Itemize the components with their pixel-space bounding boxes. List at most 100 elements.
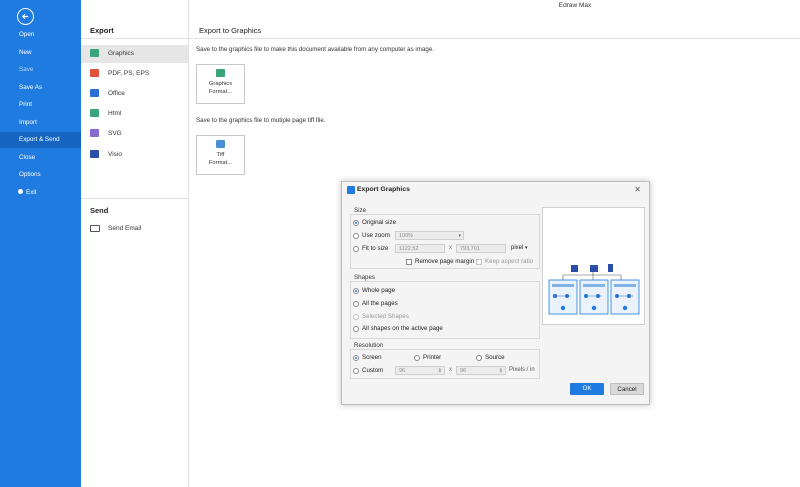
sidebar-item-new[interactable]: New xyxy=(0,45,81,61)
source-option[interactable]: Source xyxy=(476,354,505,361)
arrow-left-icon xyxy=(21,13,29,20)
option-label: All shapes on the active page xyxy=(362,325,443,332)
resolution-x-value: 96 xyxy=(399,368,406,374)
screen-option[interactable]: Screen xyxy=(353,354,382,361)
sidebar-item-export-send[interactable]: Export & Send xyxy=(0,132,81,148)
radio-button[interactable] xyxy=(353,287,359,294)
resolution-y-field[interactable]: 96 ⇕ xyxy=(456,366,506,375)
radio-button[interactable] xyxy=(353,245,359,252)
radio-button[interactable] xyxy=(353,232,359,239)
export-item-html[interactable]: Html xyxy=(81,105,188,123)
cancel-button[interactable]: Cancel xyxy=(610,383,644,395)
sidebar-item-options[interactable]: Options xyxy=(0,167,81,183)
export-item-graphics[interactable]: Graphics xyxy=(81,45,188,63)
shapes-group-title: Shapes xyxy=(354,274,375,281)
card-label-line2: Format... xyxy=(208,89,233,95)
export-graphics-icon xyxy=(347,186,355,194)
resolution-group-title: Resolution xyxy=(354,342,384,349)
resolution-x-field[interactable]: 96 ⇕ xyxy=(395,366,445,375)
jpg-icon xyxy=(216,69,225,77)
ok-button[interactable]: OK xyxy=(570,383,604,395)
original-size-option[interactable]: Original size xyxy=(353,219,396,226)
checkbox[interactable] xyxy=(406,258,412,265)
export-item-pdf[interactable]: PDF, PS, EPS xyxy=(81,65,188,83)
export-item-svg[interactable]: SVG xyxy=(81,125,188,143)
height-value: 793,701 xyxy=(460,246,480,252)
width-field[interactable]: 1122,52 xyxy=(395,244,445,253)
sidebar-item-close[interactable]: Close xyxy=(0,150,81,166)
radio-button[interactable] xyxy=(353,300,359,307)
graphics-format-button[interactable]: Graphics Format... xyxy=(196,64,245,104)
radio-button[interactable] xyxy=(353,354,359,361)
export-item-visio[interactable]: Visio xyxy=(81,146,188,164)
use-zoom-option[interactable]: Use zoom xyxy=(353,232,390,239)
html-icon xyxy=(90,109,99,117)
divider xyxy=(81,38,188,39)
option-label: Remove page margin xyxy=(415,258,475,265)
active-page-option[interactable]: All shapes on the active page xyxy=(353,325,443,332)
resolution-y-value: 96 xyxy=(460,368,467,374)
unit-select[interactable]: pixel ▾ xyxy=(511,245,528,251)
size-group-title: Size xyxy=(354,207,367,214)
tiff-format-button[interactable]: Tiff Format... xyxy=(196,135,245,175)
sidebar-item-save-as[interactable]: Save As xyxy=(0,80,81,96)
times-sign: x xyxy=(449,367,452,373)
radio-button[interactable] xyxy=(476,354,482,361)
stepper-icon[interactable]: ⇕ xyxy=(438,367,442,375)
card-label-line1: Graphics xyxy=(208,81,233,87)
diagram-preview-image xyxy=(548,264,640,315)
stepper-icon[interactable]: ⇕ xyxy=(499,367,503,375)
radio-button[interactable] xyxy=(414,354,420,361)
export-item-label: Visio xyxy=(108,151,122,158)
tiff-icon xyxy=(216,140,225,148)
exit-icon xyxy=(18,188,23,194)
option-label: Custom xyxy=(362,367,384,374)
sidebar-item-import[interactable]: Import xyxy=(0,115,81,131)
export-header: Export xyxy=(90,26,114,35)
graphics-icon xyxy=(90,49,99,57)
sidebar-item-print[interactable]: Print xyxy=(0,97,81,113)
all-pages-option[interactable]: All the pages xyxy=(353,300,398,307)
option-label: Printer xyxy=(423,354,442,361)
remove-margin-option[interactable]: Remove page margin xyxy=(406,258,474,265)
close-icon[interactable]: ✕ xyxy=(634,185,641,194)
divider xyxy=(81,198,188,199)
zoom-select[interactable]: 100% ▾ xyxy=(395,231,464,240)
export-graphics-dialog: Export Graphics ✕ Size Original size Use… xyxy=(341,181,650,405)
visio-icon xyxy=(90,150,99,158)
height-field[interactable]: 793,701 xyxy=(456,244,506,253)
card-label-line2: Format... xyxy=(208,160,233,166)
fit-to-size-option[interactable]: Fit to size xyxy=(353,245,388,252)
checkbox[interactable] xyxy=(476,258,482,265)
whole-page-option[interactable]: Whole page xyxy=(353,287,395,294)
radio-button[interactable] xyxy=(353,313,359,320)
export-item-label: Graphics xyxy=(108,50,135,57)
sidebar-item-exit[interactable]: Exit xyxy=(0,185,81,201)
back-button[interactable] xyxy=(17,8,34,25)
export-item-office[interactable]: Office xyxy=(81,85,188,103)
page-title: Export to Graphics xyxy=(199,26,262,35)
dialog-title: Export Graphics xyxy=(357,186,410,193)
option-label: Use zoom xyxy=(362,232,390,239)
times-sign: x xyxy=(449,245,452,251)
export-item-label: SVG xyxy=(108,130,122,137)
zoom-value: 100% xyxy=(399,233,414,239)
chevron-down-icon: ▾ xyxy=(525,245,528,251)
export-preview xyxy=(542,207,645,325)
keep-ratio-option[interactable]: Keep aspect ratio xyxy=(476,258,533,265)
send-item-label: Send Email xyxy=(108,225,142,232)
unit-value: pixel xyxy=(511,245,524,251)
printer-option[interactable]: Printer xyxy=(414,354,441,361)
custom-option[interactable]: Custom xyxy=(353,367,383,374)
radio-button[interactable] xyxy=(353,367,359,374)
radio-button[interactable] xyxy=(353,325,359,332)
selected-shapes-option[interactable]: Selected Shapes xyxy=(353,313,409,320)
sidebar-item-open[interactable]: Open xyxy=(0,27,81,43)
export-menu-panel: Export Graphics PDF, PS, EPS Office Html… xyxy=(81,0,189,487)
tiff-description: Save to the graphics file to mutiple pag… xyxy=(196,117,326,124)
sidebar-item-exit-label: Exit xyxy=(26,189,37,196)
radio-button[interactable] xyxy=(353,219,359,226)
send-item-email[interactable]: Send Email xyxy=(81,220,188,238)
option-label: Whole page xyxy=(362,287,396,294)
sidebar-item-save[interactable]: Save xyxy=(0,62,81,78)
